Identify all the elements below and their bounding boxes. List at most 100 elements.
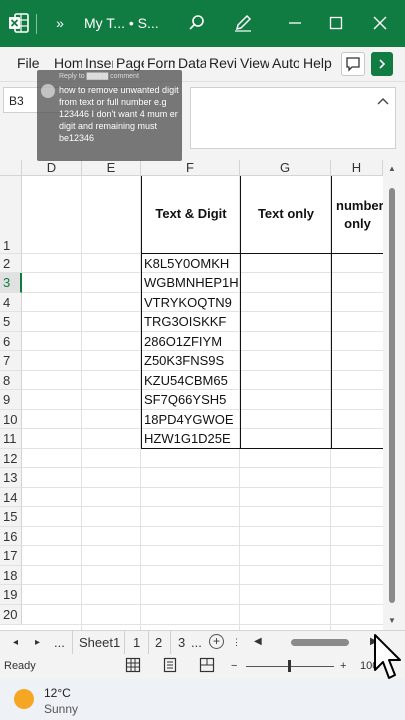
column-header-d[interactable]: D xyxy=(22,160,82,176)
column-header-g[interactable]: G xyxy=(240,160,331,176)
select-all-corner[interactable] xyxy=(0,160,22,176)
table-cell-text-digit[interactable]: SF7Q66YSH5 xyxy=(144,390,240,410)
pen-icon[interactable] xyxy=(232,12,254,34)
zoom-in-button[interactable]: + xyxy=(340,660,346,672)
tab-formulas[interactable]: Form xyxy=(147,55,175,71)
table-cell-text-digit[interactable]: K8L5Y0OMKH xyxy=(144,254,240,273)
column-header-f[interactable]: F xyxy=(141,160,240,176)
comments-button[interactable] xyxy=(341,52,365,76)
sheet-divider xyxy=(124,631,125,654)
sheet-tab-3[interactable]: 3 xyxy=(178,635,185,650)
row-header-1[interactable]: 1 xyxy=(0,176,22,254)
zoom-slider-knob[interactable] xyxy=(288,660,291,672)
formula-bar[interactable] xyxy=(190,87,396,149)
row-header-12[interactable]: 12 xyxy=(0,449,22,468)
collapse-formula-bar-icon[interactable] xyxy=(377,94,389,108)
sheet-tab-1[interactable]: 1 xyxy=(133,635,140,650)
sheet-next-icon[interactable]: ▸ xyxy=(35,637,40,648)
tab-automate[interactable]: Auto xyxy=(272,55,299,71)
sun-icon xyxy=(14,689,34,709)
table-cell-text-digit[interactable]: WGBMNHEP1H xyxy=(144,273,240,293)
sheet-tab-sheet1[interactable]: Sheet1 xyxy=(79,635,120,650)
row-header-18[interactable]: 18 xyxy=(0,566,22,585)
more-commands-button[interactable]: » xyxy=(50,13,70,33)
weather-condition[interactable]: Sunny xyxy=(44,702,78,716)
tab-home[interactable]: Hom xyxy=(54,55,82,71)
minimize-icon[interactable] xyxy=(284,12,306,34)
gridline-row xyxy=(22,545,383,546)
row-header-6[interactable]: 6 xyxy=(0,332,22,351)
row-header-4[interactable]: 4 xyxy=(0,293,22,312)
avatar xyxy=(41,84,55,98)
gridline-row xyxy=(22,487,383,488)
add-sheet-button[interactable]: + xyxy=(209,634,224,649)
table-cell-text-digit[interactable]: Z50K3FNS9S xyxy=(144,351,240,371)
row-header-19[interactable]: 19 xyxy=(0,585,22,605)
row-header-17[interactable]: 17 xyxy=(0,546,22,566)
maximize-icon[interactable] xyxy=(325,12,347,34)
more-options-icon[interactable]: ⋮ xyxy=(232,637,241,648)
tab-data[interactable]: Data xyxy=(178,55,206,71)
search-icon[interactable] xyxy=(186,12,208,34)
zoom-out-button[interactable]: − xyxy=(231,660,237,672)
row-header-3[interactable]: 3 xyxy=(0,273,22,293)
tab-insert[interactable]: Inser xyxy=(85,55,113,71)
scroll-left-icon[interactable]: ◀ xyxy=(254,636,262,647)
row-header-15[interactable]: 15 xyxy=(0,507,22,527)
row-header-9[interactable]: 9 xyxy=(0,390,22,410)
table-cell-text-digit[interactable]: HZW1G1D25E xyxy=(144,429,240,449)
table-cell-text-digit[interactable]: VTRYKOQTN9 xyxy=(144,293,240,312)
share-button[interactable] xyxy=(371,52,393,76)
column-header-h[interactable]: H xyxy=(331,160,383,176)
tab-help[interactable]: Help xyxy=(303,55,333,71)
page-layout-icon[interactable] xyxy=(162,657,178,676)
row-header-8[interactable]: 8 xyxy=(0,371,22,390)
tab-file[interactable]: File xyxy=(17,55,40,71)
sheet-tab-2[interactable]: 2 xyxy=(155,635,162,650)
row-header-10[interactable]: 10 xyxy=(0,410,22,429)
sheet-prev-icon[interactable]: ◂ xyxy=(13,637,18,648)
sheet-divider xyxy=(148,631,149,654)
header-numbers-line2[interactable]: only xyxy=(332,216,383,232)
header-text-digit[interactable]: Text & Digit xyxy=(142,206,240,224)
taskbar: 12°C Sunny xyxy=(0,679,405,720)
row-header-2[interactable]: 2 xyxy=(0,254,22,273)
weather-temperature[interactable]: 12°C xyxy=(44,686,71,700)
sheet-more-left[interactable]: ... xyxy=(54,635,65,650)
sheet-divider xyxy=(72,631,73,654)
header-text-only[interactable]: Text only xyxy=(241,206,331,224)
table-cell-text-digit[interactable]: 286O1ZFIYM xyxy=(144,332,240,351)
scroll-down-icon[interactable]: ▼ xyxy=(388,616,396,625)
comment-thumbnail: Reply to ▇▇▇▇ comment how to remove unwa… xyxy=(37,70,182,161)
vertical-scroll-thumb[interactable] xyxy=(389,188,395,603)
close-icon[interactable] xyxy=(369,12,391,34)
scroll-up-icon[interactable]: ▲ xyxy=(388,164,396,173)
worksheet-grid[interactable]: D E F G H 1 2 3 4 5 6 7 8 9 10 11 12 13 14 15 16 17 18 19 2… xyxy=(0,160,383,630)
sheet-more-right[interactable]: ... xyxy=(191,635,202,650)
sheet-divider xyxy=(170,631,171,654)
row-header-5[interactable]: 5 xyxy=(0,312,22,332)
normal-view-icon[interactable] xyxy=(125,657,141,676)
document-title[interactable]: My T... • S... xyxy=(84,13,159,33)
status-ready: Ready xyxy=(4,660,36,672)
tab-page-layout[interactable]: Page xyxy=(116,55,144,71)
header-numbers-line1[interactable]: numbers xyxy=(332,198,383,214)
row-header-14[interactable]: 14 xyxy=(0,488,22,507)
gridline-row xyxy=(22,584,383,585)
row-header-11[interactable]: 11 xyxy=(0,429,22,449)
row-header-20[interactable]: 20 xyxy=(0,605,22,625)
tab-review[interactable]: Revie xyxy=(209,55,237,71)
table-cell-text-digit[interactable]: 18PD4YGWOE xyxy=(144,410,240,429)
tab-view[interactable]: View xyxy=(240,55,269,71)
horizontal-scroll-thumb[interactable] xyxy=(291,639,349,646)
gridline-row xyxy=(22,624,383,625)
row-header-13[interactable]: 13 xyxy=(0,468,22,488)
table-cell-text-digit[interactable]: TRG3OISKKF xyxy=(144,312,240,332)
column-header-e[interactable]: E xyxy=(82,160,141,176)
table-cell-text-digit[interactable]: KZU54CBM65 xyxy=(144,371,240,390)
row-header-7[interactable]: 7 xyxy=(0,351,22,371)
gridline-column xyxy=(81,176,82,630)
page-break-preview-icon[interactable] xyxy=(199,657,215,676)
vertical-scrollbar[interactable]: ▲ ▼ xyxy=(383,160,405,630)
row-header-16[interactable]: 16 xyxy=(0,527,22,546)
